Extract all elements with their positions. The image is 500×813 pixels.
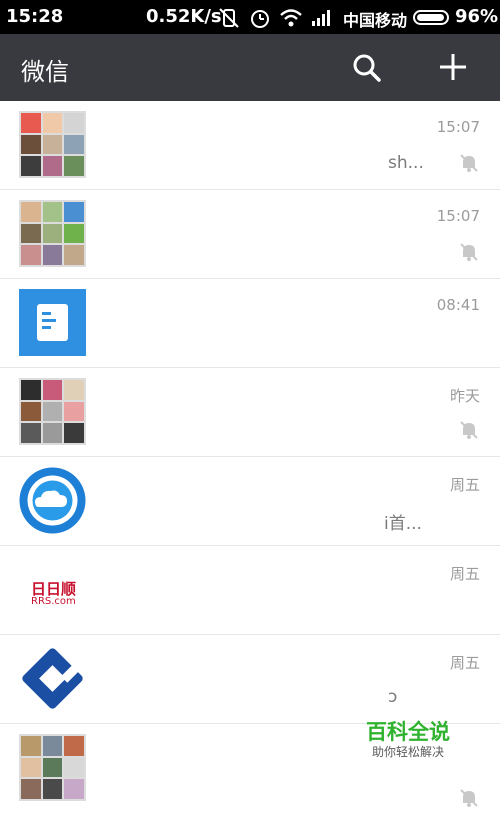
signal-icon [312,10,330,26]
chat-snippet: sh... [388,153,424,173]
group-avatar [19,111,86,178]
row-mask [88,546,388,635]
bank-logo-icon [22,648,83,709]
row-mask [88,635,388,724]
document-icon [37,304,68,341]
cloud-logo-icon [19,467,86,534]
row-mask [88,101,388,190]
status-bar: 15:28 0.52K/s 中国移动 96% [0,0,500,34]
vibrate-off-icon [219,8,239,28]
chat-row[interactable]: 周五 ɔ [0,635,500,724]
app-header: 微信 [0,34,500,101]
watermark-subtitle: 助你轻松解决 [372,745,445,759]
battery-percent: 96% [455,6,499,27]
chat-row[interactable]: 日日顺 RRS.com 周五 [0,546,500,635]
row-mask [88,190,388,279]
chat-row[interactable]: 昨天 [0,368,500,457]
app-title: 微信 [21,58,69,86]
chat-row[interactable]: 15:07 [0,190,500,279]
chat-row[interactable]: 15:07 sh... [0,101,500,190]
chat-row[interactable]: 08:41 [0,279,500,368]
mute-bell-icon [460,154,478,172]
row-mask [88,279,388,368]
mute-bell-icon [460,243,478,261]
chat-snippet: ɔ [388,687,398,707]
search-icon[interactable] [350,51,384,85]
row-mask [88,457,388,546]
row-mask [88,368,388,457]
mute-bell-icon [460,789,478,807]
row-mask [88,724,388,813]
chat-time: 周五 [449,565,480,583]
group-avatar [19,200,86,267]
group-avatar [19,378,86,445]
plus-icon[interactable] [436,50,470,84]
carrier-name: 中国移动 [343,11,408,30]
mute-bell-icon [460,421,478,439]
chat-time: 周五 [449,654,480,672]
chat-time: 周五 [449,476,480,494]
bank-avatar [19,645,86,712]
wifi-icon [280,9,302,27]
chat-time: 08:41 [436,296,480,314]
network-speed: 0.52K/s [146,6,222,27]
chat-time: 15:07 [436,207,480,225]
rrs-logo-subtext: RRS.com [31,596,76,607]
group-avatar [19,734,86,801]
battery-icon [413,10,449,25]
cloud-avatar [19,467,86,534]
battery-level [417,14,444,21]
chat-time: 15:07 [436,118,480,136]
document-avatar [19,289,86,356]
chat-snippet: i首... [384,514,422,534]
watermark-title: 百科全说 [366,720,450,744]
status-time: 15:28 [6,6,64,27]
alarm-icon [251,10,269,28]
chat-row[interactable]: 周五 i首... [0,457,500,546]
rrs-avatar: 日日顺 RRS.com [19,556,86,623]
chat-time: 昨天 [449,387,480,405]
